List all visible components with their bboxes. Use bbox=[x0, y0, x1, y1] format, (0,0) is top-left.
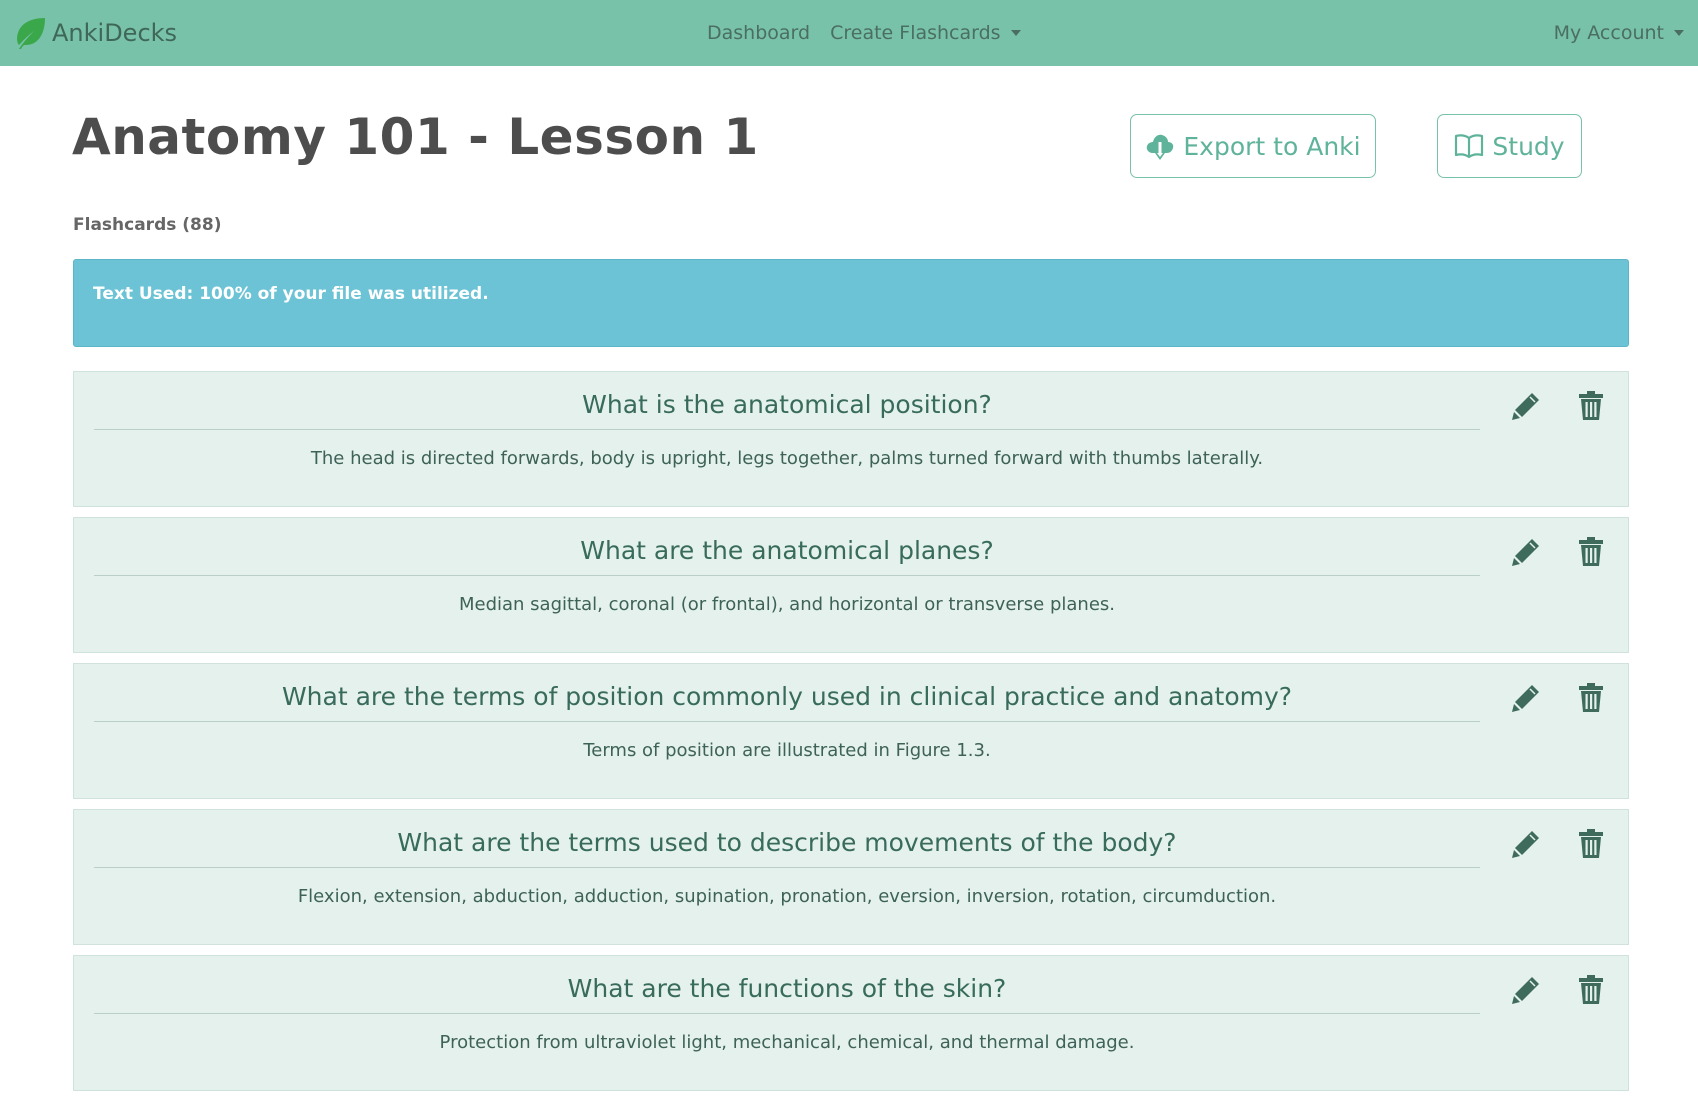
my-account-label: My Account bbox=[1553, 22, 1664, 44]
edit-button[interactable] bbox=[1506, 824, 1546, 864]
caret-down-icon bbox=[1674, 30, 1684, 36]
edit-button[interactable] bbox=[1506, 970, 1546, 1010]
flashcard-question: What are the terms of position commonly … bbox=[281, 682, 1293, 711]
flashcard-question: What are the anatomical planes? bbox=[580, 536, 994, 565]
delete-button[interactable] bbox=[1571, 824, 1611, 864]
brand-logo[interactable]: AnkiDecks bbox=[12, 16, 177, 50]
delete-button[interactable] bbox=[1571, 386, 1611, 426]
pencil-icon bbox=[1512, 685, 1539, 712]
leaf-icon bbox=[17, 18, 45, 49]
book-icon bbox=[1455, 134, 1484, 159]
study-button[interactable]: Study bbox=[1437, 114, 1582, 178]
delete-button[interactable] bbox=[1571, 970, 1611, 1010]
trash-icon bbox=[1579, 829, 1603, 858]
pencil-icon bbox=[1512, 831, 1539, 858]
flashcard-question: What are the terms used to describe move… bbox=[397, 828, 1177, 857]
account-menu: My Account bbox=[1554, 18, 1684, 48]
export-to-anki-label: Export to Anki bbox=[1183, 131, 1361, 161]
flashcard: What are the anatomical planes? Median s… bbox=[73, 517, 1629, 653]
pencil-icon bbox=[1512, 393, 1539, 420]
trash-icon bbox=[1579, 975, 1603, 1004]
cloud-download-icon bbox=[1147, 134, 1174, 160]
export-to-anki-button[interactable]: Export to Anki bbox=[1130, 114, 1376, 178]
nav-dashboard-label: Dashboard bbox=[707, 22, 811, 44]
trash-icon bbox=[1579, 391, 1603, 420]
flashcard: What are the terms of position commonly … bbox=[73, 663, 1629, 799]
trash-icon bbox=[1579, 683, 1603, 712]
nav-create-flashcards-dropdown[interactable]: Create Flashcards bbox=[830, 22, 1021, 44]
caret-down-icon bbox=[1010, 30, 1021, 36]
flashcard-answer: Terms of position are illustrated in Fig… bbox=[583, 740, 991, 761]
main-nav: Dashboard Create Flashcards bbox=[707, 18, 1021, 48]
flashcard-divider bbox=[94, 721, 1480, 722]
flashcard-question: What is the anatomical position? bbox=[582, 390, 992, 419]
flashcard-divider bbox=[94, 575, 1480, 576]
flashcard-divider bbox=[94, 1013, 1480, 1014]
flashcard: What is the anatomical position? The hea… bbox=[73, 371, 1629, 507]
edit-button[interactable] bbox=[1506, 678, 1546, 718]
flashcard-answer: Flexion, extension, abduction, adduction… bbox=[297, 886, 1277, 907]
trash-icon bbox=[1579, 537, 1603, 566]
flashcard: What are the functions of the skin? Prot… bbox=[73, 955, 1629, 1091]
my-account-dropdown[interactable]: My Account bbox=[1554, 22, 1684, 44]
flashcard-divider bbox=[94, 867, 1480, 868]
nav-create-flashcards-label: Create Flashcards bbox=[830, 22, 1001, 44]
edit-button[interactable] bbox=[1506, 532, 1546, 572]
text-used-alert: Text Used: 100% of your file was utilize… bbox=[73, 259, 1629, 347]
pencil-icon bbox=[1512, 977, 1539, 1004]
study-label: Study bbox=[1492, 131, 1565, 161]
flashcard: What are the terms used to describe move… bbox=[73, 809, 1629, 945]
delete-button[interactable] bbox=[1571, 532, 1611, 572]
nav-dashboard-link[interactable]: Dashboard bbox=[707, 22, 810, 44]
flashcard-question: What are the functions of the skin? bbox=[567, 974, 1007, 1003]
flashcard-divider bbox=[94, 429, 1480, 430]
pencil-icon bbox=[1512, 539, 1539, 566]
alert-text: Text Used: 100% of your file was utilize… bbox=[93, 284, 489, 304]
delete-button[interactable] bbox=[1571, 678, 1611, 718]
flashcard-count: Flashcards (88) bbox=[73, 215, 222, 235]
flashcard-answer: Median sagittal, coronal (or frontal), a… bbox=[458, 594, 1115, 615]
flashcard-list: What is the anatomical position? The hea… bbox=[73, 371, 1629, 1101]
top-navbar: AnkiDecks Dashboard Create Flashcards My… bbox=[0, 0, 1698, 66]
edit-button[interactable] bbox=[1506, 386, 1546, 426]
page-title: Anatomy 101 - Lesson 1 bbox=[72, 108, 759, 166]
brand-name: AnkiDecks bbox=[52, 19, 178, 47]
flashcard-answer: The head is directed forwards, body is u… bbox=[310, 448, 1264, 469]
flashcard-answer: Protection from ultraviolet light, mecha… bbox=[439, 1032, 1135, 1053]
